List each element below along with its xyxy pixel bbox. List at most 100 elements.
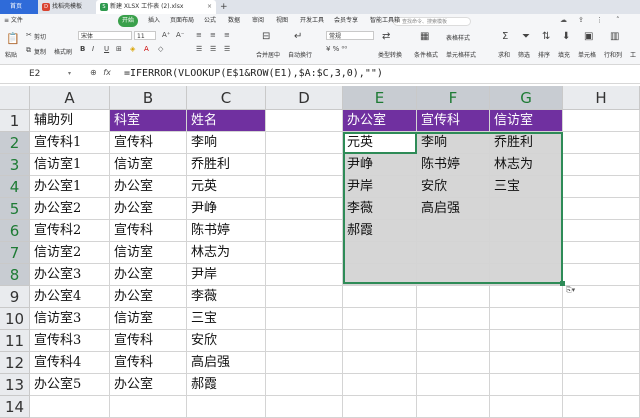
cloud-icon[interactable]: ☁ (560, 16, 567, 24)
cell-d9[interactable] (266, 286, 343, 308)
clear-format-icon[interactable]: ◇ (158, 45, 163, 53)
number-format-select[interactable]: 常规 (326, 31, 374, 40)
cell-e10[interactable] (343, 308, 417, 330)
cell-a4[interactable]: 办公室1 (30, 176, 110, 198)
column-header-e[interactable]: E (343, 86, 417, 110)
cell-d13[interactable] (266, 374, 343, 396)
menu-formulas[interactable]: 公式 (204, 15, 216, 27)
cell-g10[interactable] (490, 308, 563, 330)
cell-g9[interactable] (490, 286, 563, 308)
cell-c8[interactable]: 尹岸 (187, 264, 266, 286)
column-header-h[interactable]: H (563, 86, 640, 110)
cell-b10[interactable]: 信访室 (110, 308, 187, 330)
menu-start[interactable]: 开始 (118, 15, 139, 27)
cell-e2[interactable]: 元英 (343, 132, 417, 154)
cell-c13[interactable]: 郝霞 (187, 374, 266, 396)
cell-b4[interactable]: 办公室 (110, 176, 187, 198)
chevron-up-icon[interactable]: ˄ (616, 16, 620, 24)
menu-developer[interactable]: 开发工具 (300, 15, 324, 27)
bold-icon[interactable]: B (80, 45, 85, 53)
cell-button[interactable]: 单元格 (578, 50, 596, 59)
cell-c4[interactable]: 元英 (187, 176, 266, 198)
row-header-1[interactable]: 1 (0, 110, 30, 132)
cell-g8[interactable] (490, 264, 563, 286)
cell-h11[interactable] (563, 330, 640, 352)
cell-d3[interactable] (266, 154, 343, 176)
cell-b14[interactable] (110, 396, 187, 418)
menu-view[interactable]: 视图 (276, 15, 288, 27)
sort-button[interactable]: 排序 (538, 50, 550, 59)
row-header-14[interactable]: 14 (0, 396, 30, 418)
cell-h6[interactable] (563, 220, 640, 242)
zoom-formula-icon[interactable]: ⊕ (90, 68, 97, 77)
menu-smart-toolbox[interactable]: 智能工具箱 (370, 15, 400, 27)
cell-g6[interactable] (490, 220, 563, 242)
cell-c14[interactable] (187, 396, 266, 418)
cell-a11[interactable]: 宣传科3 (30, 330, 110, 352)
wrap-text-button[interactable]: 自动换行 (288, 50, 312, 59)
cell-b13[interactable]: 办公室 (110, 374, 187, 396)
cell-a2[interactable]: 宣传科1 (30, 132, 110, 154)
conditional-format-button[interactable]: 条件格式 (414, 50, 438, 59)
type-convert-icon[interactable]: ⇄ (382, 31, 390, 42)
row-col-button[interactable]: 行和列 (604, 50, 622, 59)
cell-h10[interactable] (563, 308, 640, 330)
cell-b6[interactable]: 宣传科 (110, 220, 187, 242)
cell-b2[interactable]: 宣传科 (110, 132, 187, 154)
align-right-icon[interactable]: ☰ (224, 45, 230, 53)
cell-e13[interactable] (343, 374, 417, 396)
cell-b11[interactable]: 宣传科 (110, 330, 187, 352)
cell-a5[interactable]: 办公室2 (30, 198, 110, 220)
cut-button[interactable]: 剪切 (34, 32, 46, 41)
menu-review[interactable]: 审阅 (252, 15, 264, 27)
cell-g12[interactable] (490, 352, 563, 374)
tab-templates[interactable]: D 找稻壳模板 (38, 0, 94, 14)
cell-h1[interactable] (563, 110, 640, 132)
cell-b1[interactable]: 科室 (110, 110, 187, 132)
row-header-3[interactable]: 3 (0, 154, 30, 176)
cell-g2[interactable]: 乔胜利 (490, 132, 563, 154)
cell-c10[interactable]: 三宝 (187, 308, 266, 330)
increase-font-icon[interactable]: A⁺ (162, 31, 170, 39)
align-bottom-icon[interactable]: ≡ (224, 31, 230, 39)
scissors-icon[interactable]: ✂ (26, 31, 32, 39)
currency-icon[interactable]: ¥ % ⁰⁰ (326, 45, 347, 53)
cell-d4[interactable] (266, 176, 343, 198)
cell-f1[interactable]: 宣传科 (417, 110, 490, 132)
fill-button[interactable]: 填充 (558, 50, 570, 59)
cell-a1[interactable]: 辅助列 (30, 110, 110, 132)
cell-h13[interactable] (563, 374, 640, 396)
cell-e3[interactable]: 尹峥 (343, 154, 417, 176)
cell-b8[interactable]: 办公室 (110, 264, 187, 286)
cell-h2[interactable] (563, 132, 640, 154)
cell-f3[interactable]: 陈书婷 (417, 154, 490, 176)
cell-f4[interactable]: 安欣 (417, 176, 490, 198)
row-header-7[interactable]: 7 (0, 242, 30, 264)
paste-icon[interactable]: 📋 (6, 32, 20, 45)
cell-b3[interactable]: 信访室 (110, 154, 187, 176)
conditional-format-icon[interactable]: ▦ (420, 31, 429, 42)
merge-center-icon[interactable]: ⊟ (262, 31, 270, 42)
cell-e8[interactable] (343, 264, 417, 286)
tab-file[interactable]: S 新建 XLSX 工作表 (2).xlsx × (96, 0, 216, 14)
cell-b12[interactable]: 宣传科 (110, 352, 187, 374)
cell-f12[interactable] (417, 352, 490, 374)
cell-h4[interactable] (563, 176, 640, 198)
cell-g13[interactable] (490, 374, 563, 396)
worksheet-button[interactable]: 工 (630, 50, 636, 59)
cell-g3[interactable]: 林志为 (490, 154, 563, 176)
row-header-9[interactable]: 9 (0, 286, 30, 308)
cell-f5[interactable]: 高启强 (417, 198, 490, 220)
paste-button[interactable]: 粘贴 (5, 50, 17, 59)
align-middle-icon[interactable]: ≡ (210, 31, 216, 39)
cell-d5[interactable] (266, 198, 343, 220)
menu-data[interactable]: 数据 (228, 15, 240, 27)
cell-a9[interactable]: 办公室4 (30, 286, 110, 308)
align-center-icon[interactable]: ☰ (210, 45, 216, 53)
cell-e6[interactable]: 郝霞 (343, 220, 417, 242)
column-header-c[interactable]: C (187, 86, 266, 110)
close-icon[interactable]: × (207, 0, 212, 14)
cell-a13[interactable]: 办公室5 (30, 374, 110, 396)
cell-e7[interactable] (343, 242, 417, 264)
share-icon[interactable]: ⇪ (578, 16, 584, 24)
